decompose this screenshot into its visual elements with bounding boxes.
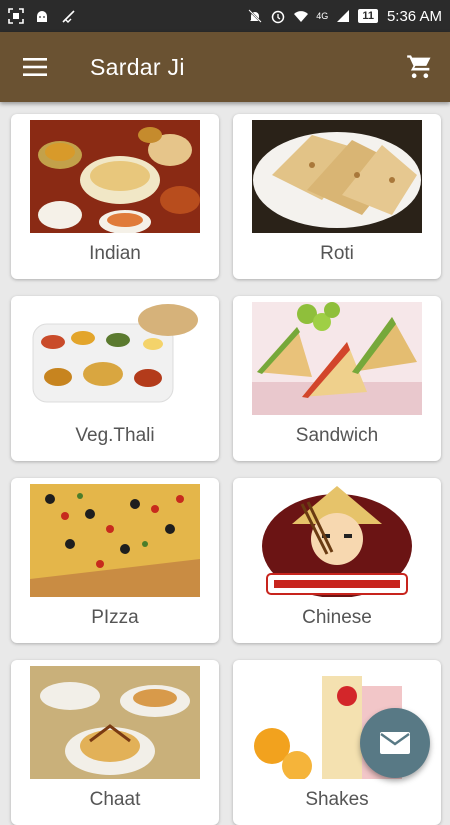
category-card-chinese[interactable]: Chinese bbox=[233, 478, 441, 643]
category-label: Roti bbox=[320, 243, 354, 264]
status-bar: 4G 11 5:36 AM bbox=[0, 0, 450, 32]
category-card-veg-thali[interactable]: Veg.Thali bbox=[11, 296, 219, 461]
menu-button[interactable] bbox=[0, 32, 70, 102]
do-not-disturb-bell-icon bbox=[248, 9, 263, 23]
wifi-icon bbox=[294, 11, 309, 22]
alarm-icon bbox=[272, 10, 285, 24]
category-card-indian[interactable]: Indian bbox=[11, 114, 219, 279]
network-type-label: 4G bbox=[316, 11, 329, 21]
contact-mail-button[interactable] bbox=[360, 708, 430, 778]
indian-food-image bbox=[30, 120, 200, 233]
category-card-pizza[interactable]: PIzza bbox=[11, 478, 219, 643]
app-bar: Sardar Ji bbox=[0, 32, 450, 102]
category-label: PIzza bbox=[91, 607, 139, 628]
chaat-image bbox=[30, 666, 200, 779]
category-label: Chaat bbox=[89, 789, 141, 810]
android-icon bbox=[37, 11, 47, 22]
category-card-roti[interactable]: Roti bbox=[233, 114, 441, 279]
category-label: Indian bbox=[89, 243, 141, 264]
mail-icon bbox=[380, 732, 410, 754]
sandwich-image bbox=[252, 302, 422, 415]
cell-signal-icon bbox=[337, 10, 350, 22]
no-signal-icon bbox=[62, 10, 75, 23]
veg-thali-image bbox=[27, 302, 203, 415]
battery-level: 11 bbox=[358, 9, 378, 23]
roti-image bbox=[252, 120, 422, 233]
category-label: Sandwich bbox=[295, 425, 379, 446]
status-time: 5:36 AM bbox=[386, 7, 442, 25]
cart-button[interactable] bbox=[390, 32, 450, 102]
page-title: Sardar Ji bbox=[90, 53, 185, 80]
screenshot-icon bbox=[8, 8, 24, 24]
category-label: Chinese bbox=[302, 607, 372, 628]
category-card-chaat[interactable]: Chaat bbox=[11, 660, 219, 825]
shopping-cart-icon bbox=[407, 55, 431, 79]
hamburger-menu-icon bbox=[23, 58, 47, 76]
chinese-logo-image bbox=[252, 484, 422, 597]
category-label: Shakes bbox=[305, 789, 369, 810]
pizza-image bbox=[30, 484, 200, 597]
category-label: Veg.Thali bbox=[75, 425, 155, 446]
category-card-sandwich[interactable]: Sandwich bbox=[233, 296, 441, 461]
